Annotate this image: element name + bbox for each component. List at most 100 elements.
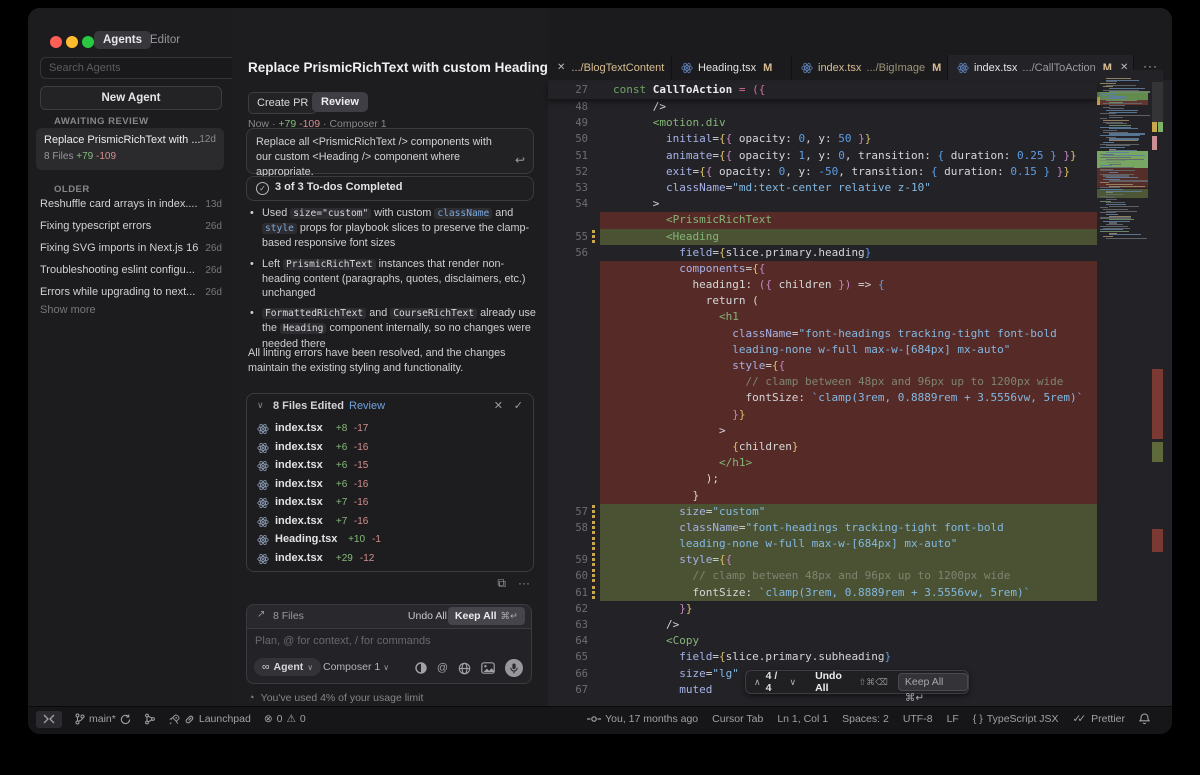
minimap-slider[interactable] <box>1152 82 1163 126</box>
composer-input-box[interactable]: ∞Agent∨ Composer 1∨ @ <box>246 628 532 684</box>
editor-tab[interactable]: ✕.../BlogTextContentM <box>548 55 672 80</box>
file-row[interactable]: index.tsx+6-16 <box>247 476 533 495</box>
agent-list-item[interactable]: Troubleshooting eslint configu...26d <box>28 260 232 282</box>
code-line[interactable]: <h1 <box>548 309 1097 325</box>
model-select[interactable]: Composer 1∨ <box>323 661 389 673</box>
code-line[interactable]: leading-none w-full max-w-[684px] mx-aut… <box>548 342 1097 358</box>
keep-all-button[interactable]: Keep All⌘↵ <box>448 607 525 625</box>
code-line[interactable]: 60 // clamp between 48px and 96px up to … <box>548 568 1097 584</box>
sticky-scroll-line[interactable]: 27const CallToAction = ({ <box>548 82 1097 99</box>
code-line[interactable]: 53 className="md:text-center relative z-… <box>548 180 1097 196</box>
maximize-window-button[interactable] <box>82 36 94 48</box>
code-line[interactable]: > <box>548 423 1097 439</box>
attach-image-icon[interactable] <box>481 662 495 674</box>
agent-mode-select[interactable]: ∞Agent∨ <box>254 658 321 676</box>
code-line[interactable]: 64 <Copy <box>548 633 1097 649</box>
launchpad-item[interactable]: Launchpad <box>169 713 251 725</box>
close-window-button[interactable] <box>50 36 62 48</box>
code-line[interactable]: 27const CallToAction = ({ <box>548 82 765 98</box>
code-line[interactable]: 59 style={{ <box>548 552 1097 568</box>
code-line[interactable]: 63 /> <box>548 617 1097 633</box>
code-lines[interactable]: 48 />49 <motion.div50 initial={{ opacity… <box>548 99 1097 698</box>
code-line[interactable]: leading-none w-full max-w-[684px] mx-aut… <box>548 536 1097 552</box>
copy-icon[interactable]: ⧉ <box>497 576 506 590</box>
agent-list-item-selected[interactable]: Replace PrismicRichText with ... 12d 8 F… <box>36 128 224 170</box>
file-row[interactable]: index.tsx+7-16 <box>247 494 533 513</box>
files-edited-header[interactable]: ∨ 8 Files Edited Review ✕ ✓ <box>247 394 533 420</box>
web-search-icon[interactable] <box>458 662 471 675</box>
code-line[interactable]: 65 field={slice.primary.subheading} <box>548 649 1097 665</box>
undo-all-button[interactable]: Undo All <box>408 610 447 622</box>
line-col-item[interactable]: Ln 1, Col 1 <box>777 713 828 725</box>
code-line[interactable]: 48 /> <box>548 99 1097 115</box>
code-line[interactable]: 50 initial={{ opacity: 0, y: 50 }} <box>548 131 1097 147</box>
more-icon[interactable]: ··· <box>518 576 530 590</box>
file-row[interactable]: index.tsx+6-15 <box>247 457 533 476</box>
code-line[interactable]: } <box>548 488 1097 504</box>
restore-checkpoint-icon[interactable]: ↩ <box>515 153 525 167</box>
source-control-graph-icon[interactable] <box>144 713 156 725</box>
chevron-down-icon[interactable]: ∨ <box>257 400 264 411</box>
eol-item[interactable]: LF <box>947 713 959 725</box>
minimize-window-button[interactable] <box>66 36 78 48</box>
code-line[interactable]: fontSize: `clamp(3rem, 0.8889rem + 3.555… <box>548 390 1097 406</box>
code-line[interactable]: return ( <box>548 293 1097 309</box>
reject-all-icon[interactable]: ✕ <box>494 399 503 412</box>
code-line[interactable]: 62 }} <box>548 601 1097 617</box>
editor-tab[interactable]: Heading.tsxM <box>672 55 792 80</box>
overview-ruler[interactable] <box>1152 70 1163 706</box>
language-item[interactable]: { } TypeScript JSX <box>973 713 1059 725</box>
agent-list-item[interactable]: Fixing typescript errors26d <box>28 216 232 238</box>
code-line[interactable]: {children} <box>548 439 1097 455</box>
file-row[interactable]: index.tsx+6-16 <box>247 439 533 458</box>
review-button[interactable]: Review <box>312 92 368 112</box>
files-review-link[interactable]: Review <box>349 400 385 412</box>
remote-indicator[interactable] <box>36 711 62 728</box>
code-line[interactable]: 61 fontSize: `clamp(3rem, 0.8889rem + 3.… <box>548 585 1097 601</box>
tab-agents[interactable]: Agents <box>94 31 151 49</box>
accept-all-icon[interactable]: ✓ <box>514 399 523 412</box>
create-pr-button[interactable]: Create PR <box>248 92 317 114</box>
code-line[interactable]: 49 <motion.div <box>548 115 1097 131</box>
code-line[interactable]: 52 exit={{ opacity: 0, y: -50, transitio… <box>548 164 1097 180</box>
expand-icon[interactable]: ↗ <box>257 609 265 620</box>
code-line[interactable]: 51 animate={{ opacity: 1, y: 0, transiti… <box>548 148 1097 164</box>
editor-tab[interactable]: index.tsx.../BigImageM <box>792 55 948 80</box>
file-row[interactable]: index.tsx+7-16 <box>247 513 533 532</box>
keep-all-diffs-button[interactable]: Keep All ⌘↵ <box>898 673 968 691</box>
undo-all-diffs-button[interactable]: Undo All <box>815 670 855 694</box>
voice-input-button[interactable] <box>505 659 523 677</box>
indent-item[interactable]: Spaces: 2 <box>842 713 889 725</box>
show-more-link[interactable]: Show more <box>40 304 96 316</box>
file-row[interactable]: Heading.tsx+10-1 <box>247 531 533 550</box>
new-agent-button[interactable]: New Agent <box>40 86 222 110</box>
code-line[interactable]: ); <box>548 471 1097 487</box>
problems-item[interactable]: ⊗0 ⚠0 <box>264 713 306 725</box>
agent-list-item[interactable]: Reshuffle card arrays in index....13d <box>28 194 232 216</box>
file-row[interactable]: index.tsx+29-12 <box>247 550 533 569</box>
encoding-item[interactable]: UTF-8 <box>903 713 933 725</box>
notifications-bell-icon[interactable] <box>1139 713 1150 725</box>
search-input[interactable] <box>40 57 238 79</box>
code-line[interactable]: <PrismicRichText <box>548 212 1097 228</box>
todos-summary[interactable]: ✓ 3 of 3 To-dos Completed <box>246 176 534 201</box>
code-line[interactable]: 54 > <box>548 196 1097 212</box>
code-line[interactable]: 58 className="font-headings tracking-tig… <box>548 520 1097 536</box>
code-line[interactable]: 57 size="custom" <box>548 504 1097 520</box>
code-line[interactable]: className="font-headings tracking-tight … <box>548 326 1097 342</box>
git-branch-item[interactable]: main* <box>75 713 131 725</box>
code-line[interactable]: 55 <Heading <box>548 229 1097 245</box>
agent-list-item[interactable]: Fixing SVG imports in Next.js 1626d <box>28 238 232 260</box>
code-line[interactable]: heading1: ({ children }) => { <box>548 277 1097 293</box>
tab-editor[interactable]: Editor <box>150 31 180 49</box>
code-line[interactable]: }} <box>548 407 1097 423</box>
agent-list-item[interactable]: Errors while upgrading to next...26d <box>28 282 232 304</box>
code-line[interactable]: </h1> <box>548 455 1097 471</box>
code-line[interactable]: // clamp between 48px and 96px up to 120… <box>548 374 1097 390</box>
close-icon[interactable]: ✕ <box>557 62 565 73</box>
code-line[interactable]: components={{ <box>548 261 1097 277</box>
composer-input[interactable] <box>253 634 487 648</box>
git-blame-item[interactable]: You, 17 months ago <box>587 713 698 725</box>
next-diff-icon[interactable]: ∨ <box>789 677 796 688</box>
minimap[interactable] <box>1097 70 1152 706</box>
